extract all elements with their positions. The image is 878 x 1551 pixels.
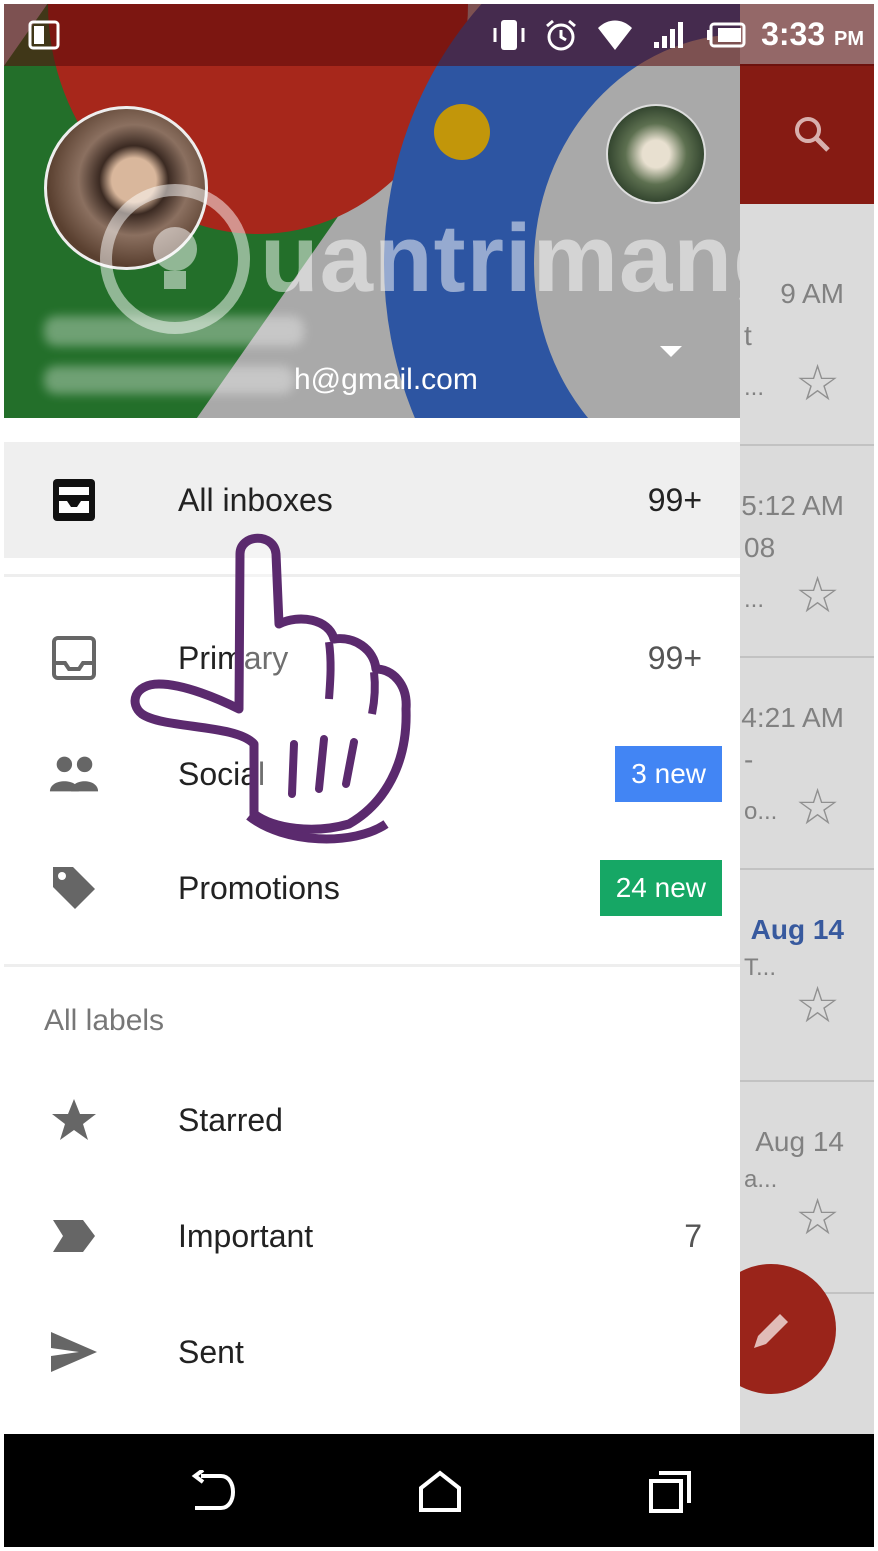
send-icon: [48, 1326, 100, 1378]
wifi-icon: [596, 18, 634, 57]
signal-icon: [652, 20, 688, 55]
nav-item-label: Sent: [178, 1333, 244, 1370]
inbox-icon: [48, 632, 100, 684]
back-icon[interactable]: [182, 1462, 242, 1522]
account-header: h@gmail.com uantrimang: [4, 4, 740, 418]
all-inboxes-icon: [48, 474, 100, 526]
unread-count: 99+: [647, 639, 702, 676]
phone-screen: 9 AM t ... ☆ 5:12 AM 08 ... ☆ 4:21 AM - …: [4, 4, 874, 1547]
notification-icon: [28, 20, 60, 55]
clock-ampm: PM: [834, 28, 864, 50]
nav-item-label: Promotions: [178, 869, 340, 906]
section-title: All labels: [44, 1004, 165, 1037]
battery-icon: [706, 22, 746, 53]
nav-item-label: All inboxes: [178, 481, 333, 518]
vibrate-icon: [492, 18, 526, 57]
home-icon[interactable]: [410, 1462, 470, 1522]
tag-icon: [48, 862, 100, 914]
watermark-text: uantrimang: [260, 205, 740, 312]
account-email-text: h@gmail.com: [294, 363, 478, 396]
unread-count: 7: [684, 1217, 702, 1254]
nav-item-label: Starred: [178, 1101, 283, 1138]
unread-count: 99+: [647, 481, 702, 518]
alarm-icon: [544, 18, 578, 57]
nav-item-important[interactable]: Important 7: [4, 1178, 740, 1294]
account-email: h@gmail.com: [44, 360, 478, 400]
recent-apps-icon[interactable]: [640, 1462, 700, 1522]
pointing-hand-icon: [130, 533, 411, 844]
new-count-badge: 24 new: [599, 860, 722, 916]
people-icon: [48, 748, 100, 800]
clock: 3:33 PM: [761, 16, 864, 53]
divider: [4, 964, 740, 967]
star-icon: [48, 1094, 100, 1146]
watermark: uantrimang: [100, 184, 740, 334]
nav-item-sent[interactable]: Sent: [4, 1294, 740, 1410]
system-navigation-bar: [4, 1434, 874, 1547]
status-bar: 3:33 PM: [4, 4, 874, 66]
navigation-drawer: h@gmail.com uantrimang All inboxes 99+ P…: [4, 4, 740, 1434]
account-switch-dropdown-icon[interactable]: [660, 346, 682, 357]
nav-item-starred[interactable]: Starred: [4, 1062, 740, 1178]
important-icon: [48, 1210, 100, 1262]
new-count-badge: 3 new: [615, 746, 722, 802]
nav-item-label: Important: [178, 1217, 314, 1254]
clock-time: 3:33: [761, 16, 826, 52]
bulb-logo-icon: [100, 184, 250, 334]
